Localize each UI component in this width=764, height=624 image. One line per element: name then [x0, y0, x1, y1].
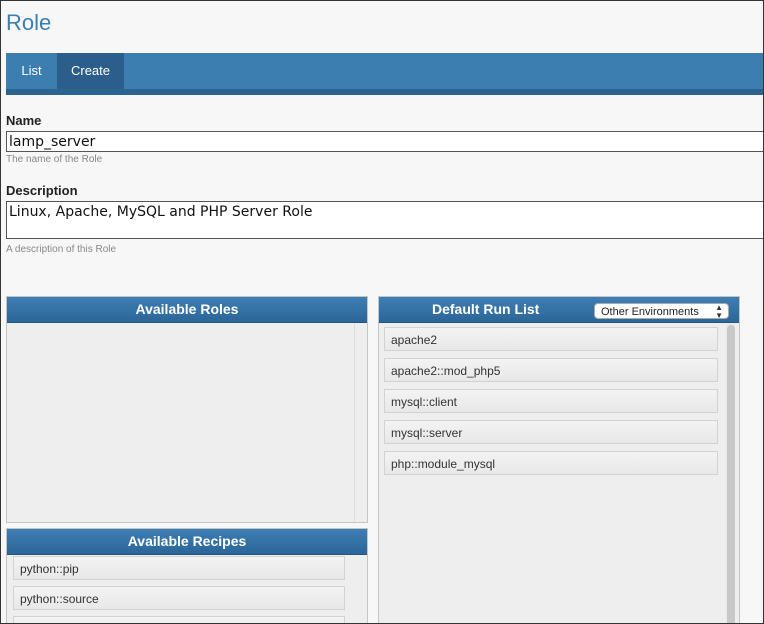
available-recipes-list[interactable]: python::pip python::source — [7, 555, 367, 623]
list-item[interactable]: apache2::mod_php5 — [384, 358, 718, 382]
description-hint: A description of this Role — [6, 244, 117, 255]
run-list-panel: Default Run List Other Environments ▲ ▼ a… — [378, 296, 740, 623]
available-roles-panel: Available Roles — [6, 296, 368, 523]
run-list-title: Default Run List — [432, 301, 540, 317]
description-textarea[interactable]: Linux, Apache, MySQL and PHP Server Role — [6, 201, 763, 239]
available-roles-title: Available Roles — [7, 297, 367, 323]
list-item[interactable]: php::module_mysql — [384, 451, 718, 475]
available-recipes-title: Available Recipes — [7, 529, 367, 555]
name-label: Name — [6, 113, 42, 128]
list-item[interactable]: mysql::client — [384, 389, 718, 413]
name-hint: The name of the Role — [6, 154, 103, 165]
list-item[interactable] — [13, 616, 345, 623]
environment-select[interactable]: Other Environments ▲ ▼ — [594, 303, 729, 320]
page-title: Role — [6, 10, 52, 35]
description-label: Description — [6, 183, 78, 198]
tab-create[interactable]: Create — [57, 53, 124, 89]
available-roles-list[interactable] — [7, 323, 367, 522]
chevron-updown-icon: ▲ ▼ — [715, 303, 723, 320]
tab-list[interactable]: List — [6, 53, 57, 89]
list-item[interactable]: apache2 — [384, 327, 718, 351]
run-list-list[interactable]: apache2 apache2::mod_php5 mysql::client … — [379, 323, 739, 623]
run-list-scroll-thumb[interactable] — [727, 325, 735, 623]
list-item[interactable]: mysql::server — [384, 420, 718, 444]
list-item[interactable]: python::source — [13, 586, 345, 610]
available-recipes-panel: Available Recipes python::pip python::so… — [6, 528, 368, 623]
environment-select-value: Other Environments — [601, 306, 699, 318]
available-roles-scrollbar[interactable] — [354, 323, 355, 522]
list-item[interactable]: python::pip — [13, 556, 345, 580]
tab-bar: List Create — [6, 53, 763, 95]
run-list-header: Default Run List Other Environments ▲ ▼ — [379, 297, 739, 323]
app-window: Role List Create Name lamp_server The na… — [0, 0, 764, 624]
name-input[interactable]: lamp_server — [6, 131, 763, 152]
